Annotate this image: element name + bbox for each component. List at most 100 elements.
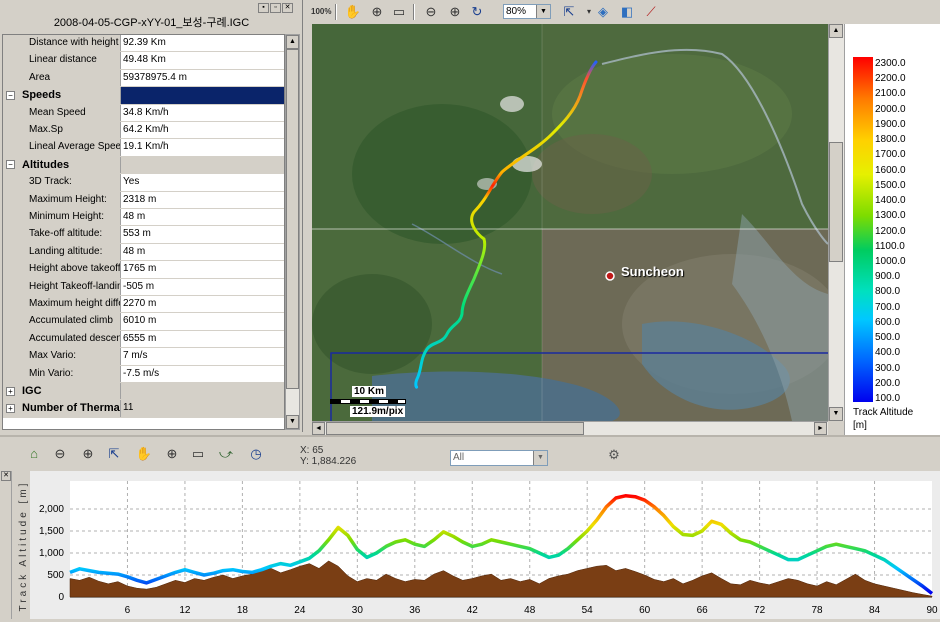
close-button[interactable]: ✕ xyxy=(282,3,293,13)
property-row[interactable]: Maximum Height: 2318 m xyxy=(3,191,284,209)
property-row[interactable]: Take-off altitude: 553 m xyxy=(3,226,284,244)
satellite-map[interactable]: Suncheon 10 Km 121.9m/pix xyxy=(312,24,828,421)
timer-icon[interactable]: ◷ xyxy=(246,445,266,463)
select-icon[interactable]: ▭ xyxy=(389,3,409,21)
property-row[interactable]: Height Takeoff-landing -505 m xyxy=(3,278,284,296)
legend-tick-label: 1400.0 xyxy=(875,195,906,207)
chevron-down-icon[interactable]: ▼ xyxy=(533,451,547,465)
fit-track-icon[interactable]: ⇱ xyxy=(104,445,124,463)
property-name-text: Max.Sp xyxy=(29,124,63,135)
property-name-text: Accumulated descent xyxy=(29,332,121,344)
map-horizontal-scrollbar[interactable]: ◄ ► xyxy=(312,421,828,435)
scroll-down-button[interactable]: ▼ xyxy=(286,415,299,429)
property-row[interactable]: Lineal Average Speed 19.1 Km/h xyxy=(3,139,284,157)
property-name-text: Height above takeoff xyxy=(29,263,121,275)
legend-tick-label: 500.0 xyxy=(875,332,901,344)
collapse-icon[interactable]: − xyxy=(6,90,15,100)
scale-ruler xyxy=(330,399,406,404)
hand-pan-icon[interactable]: ✋ xyxy=(134,445,154,463)
property-value: 34.8 Km/h xyxy=(121,104,284,121)
property-name-text: Maximum Height: xyxy=(29,193,107,205)
property-grid[interactable]: Distance with height 92.39 Km Linear dista… xyxy=(2,34,285,430)
dock-close-button[interactable]: ✕ xyxy=(1,471,11,481)
scroll-thumb[interactable] xyxy=(829,142,843,262)
zoom-out-icon[interactable]: ⊖ xyxy=(421,3,441,21)
y-tick-label: 500 xyxy=(47,570,64,581)
property-name-text: Height Takeoff-landing xyxy=(29,280,121,292)
property-group-row[interactable]: + IGC xyxy=(3,383,284,401)
settings-icon[interactable]: ⚙ xyxy=(604,446,624,464)
legend-tick-label: 1100.0 xyxy=(875,240,905,252)
property-row[interactable]: Min Vario: -7.5 m/s xyxy=(3,365,284,383)
x-tick-label: 24 xyxy=(294,605,306,616)
property-row[interactable]: Max Vario: 7 m/s xyxy=(3,348,284,366)
y-tick-label: 1,500 xyxy=(39,526,64,537)
y-tick-label: 0 xyxy=(58,592,64,603)
expand-icon[interactable]: + xyxy=(6,386,15,396)
chevron-down-icon[interactable]: ▼ xyxy=(536,5,550,18)
map-canvas xyxy=(312,24,828,421)
x-tick-label: 36 xyxy=(409,605,421,616)
zoom-window-icon[interactable]: ⊕ xyxy=(367,3,387,21)
property-grid-scrollbar[interactable]: ▲ ▼ xyxy=(285,34,300,430)
y-tick-label: 1,000 xyxy=(39,548,64,559)
altitude-profile-chart[interactable]: 0 500 1,000 1,500 2,000 6 12 18 24 30 36 42 48 54 60 66… xyxy=(30,471,940,619)
legend-tick-label: 1000.0 xyxy=(875,255,906,267)
zoom-window-icon[interactable]: ⊕ xyxy=(162,445,182,463)
expand-icon[interactable]: + xyxy=(6,403,15,413)
property-name-text: Minimum Height: xyxy=(29,211,105,222)
property-group-row[interactable]: − Altitudes xyxy=(3,156,284,175)
property-group-row[interactable]: − Speeds xyxy=(3,87,284,105)
property-row[interactable]: Accumulated descent 6555 m xyxy=(3,330,284,349)
collapse-icon[interactable]: − xyxy=(6,160,15,170)
legend-tick-label: 1500.0 xyxy=(875,179,906,191)
layers-icon[interactable]: ◈ xyxy=(593,3,613,21)
select-icon[interactable]: ▭ xyxy=(188,445,208,463)
property-row[interactable]: Max.Sp 64.2 Km/h xyxy=(3,122,284,140)
property-value: 2270 m xyxy=(121,296,284,313)
profile-filter-select[interactable]: All ▼ xyxy=(450,450,548,466)
zoom-in-icon[interactable]: ⊕ xyxy=(78,445,98,463)
altitude-legend: Track Altitude [m] 2300.0 2200.0 2100.0 200… xyxy=(844,24,940,435)
property-row[interactable]: Accumulated climb 6010 m xyxy=(3,313,284,331)
export-icon[interactable]: ◧ xyxy=(617,3,637,21)
property-row[interactable]: Distance with height 92.39 Km xyxy=(3,35,284,53)
scroll-down-button[interactable]: ▼ xyxy=(829,407,843,421)
scroll-left-button[interactable]: ◄ xyxy=(312,422,325,435)
fit-track-icon[interactable]: ⇱ xyxy=(559,3,579,21)
zoom-in-icon[interactable]: ⊕ xyxy=(445,3,465,21)
property-group-row[interactable]: + Number of Thermals 11 xyxy=(3,400,284,418)
property-name: − Speeds xyxy=(3,87,121,104)
home-icon[interactable]: ⌂ xyxy=(24,445,44,463)
property-row[interactable]: Maximum height difference2270 m xyxy=(3,296,284,314)
legend-tick-label: 1800.0 xyxy=(875,134,906,146)
hand-pan-icon[interactable]: ✋ xyxy=(343,3,363,21)
property-row[interactable]: Mean Speed 34.8 Km/h xyxy=(3,104,284,122)
refresh-icon[interactable]: ↻ xyxy=(467,3,487,21)
property-value: 64.2 Km/h xyxy=(121,122,284,139)
property-value: 92.39 Km xyxy=(121,35,284,52)
track-tool-icon[interactable]: ⤻ xyxy=(216,445,236,463)
property-value: Yes xyxy=(121,174,284,191)
minimize-button[interactable]: ▪ xyxy=(258,3,269,13)
property-value: 2318 m xyxy=(121,191,284,208)
property-row[interactable]: Area 59378975.4 m xyxy=(3,69,284,88)
property-row[interactable]: 3D Track: Yes xyxy=(3,174,284,192)
measure-icon[interactable]: ⟋ xyxy=(641,3,661,21)
scroll-right-button[interactable]: ► xyxy=(814,422,827,435)
scroll-thumb[interactable] xyxy=(286,49,299,389)
property-row[interactable]: Landing altitude: 48 m xyxy=(3,243,284,262)
zoom-out-icon[interactable]: ⊖ xyxy=(50,445,70,463)
property-row[interactable]: Linear distance 49.48 Km xyxy=(3,52,284,70)
map-toolbar: 100% ✋ ⊕ ▭ ⊖ ⊕ ↻ 80% ▼ ⇱ ▾ ◈ ◧ ⟋ xyxy=(305,0,940,24)
scroll-thumb[interactable] xyxy=(326,422,584,435)
property-row[interactable]: Height above takeoff 1765 m xyxy=(3,261,284,279)
property-value xyxy=(121,383,284,400)
property-row[interactable]: Minimum Height: 48 m xyxy=(3,209,284,227)
map-vertical-scrollbar[interactable]: ▲ ▼ xyxy=(828,24,844,421)
zoom-level-select[interactable]: 80% ▼ xyxy=(503,4,551,19)
restore-button[interactable]: ▫ xyxy=(270,3,281,13)
zoom-100-icon[interactable]: 100% xyxy=(311,3,331,21)
scroll-up-button[interactable]: ▲ xyxy=(286,35,299,49)
scroll-up-button[interactable]: ▲ xyxy=(829,24,843,38)
